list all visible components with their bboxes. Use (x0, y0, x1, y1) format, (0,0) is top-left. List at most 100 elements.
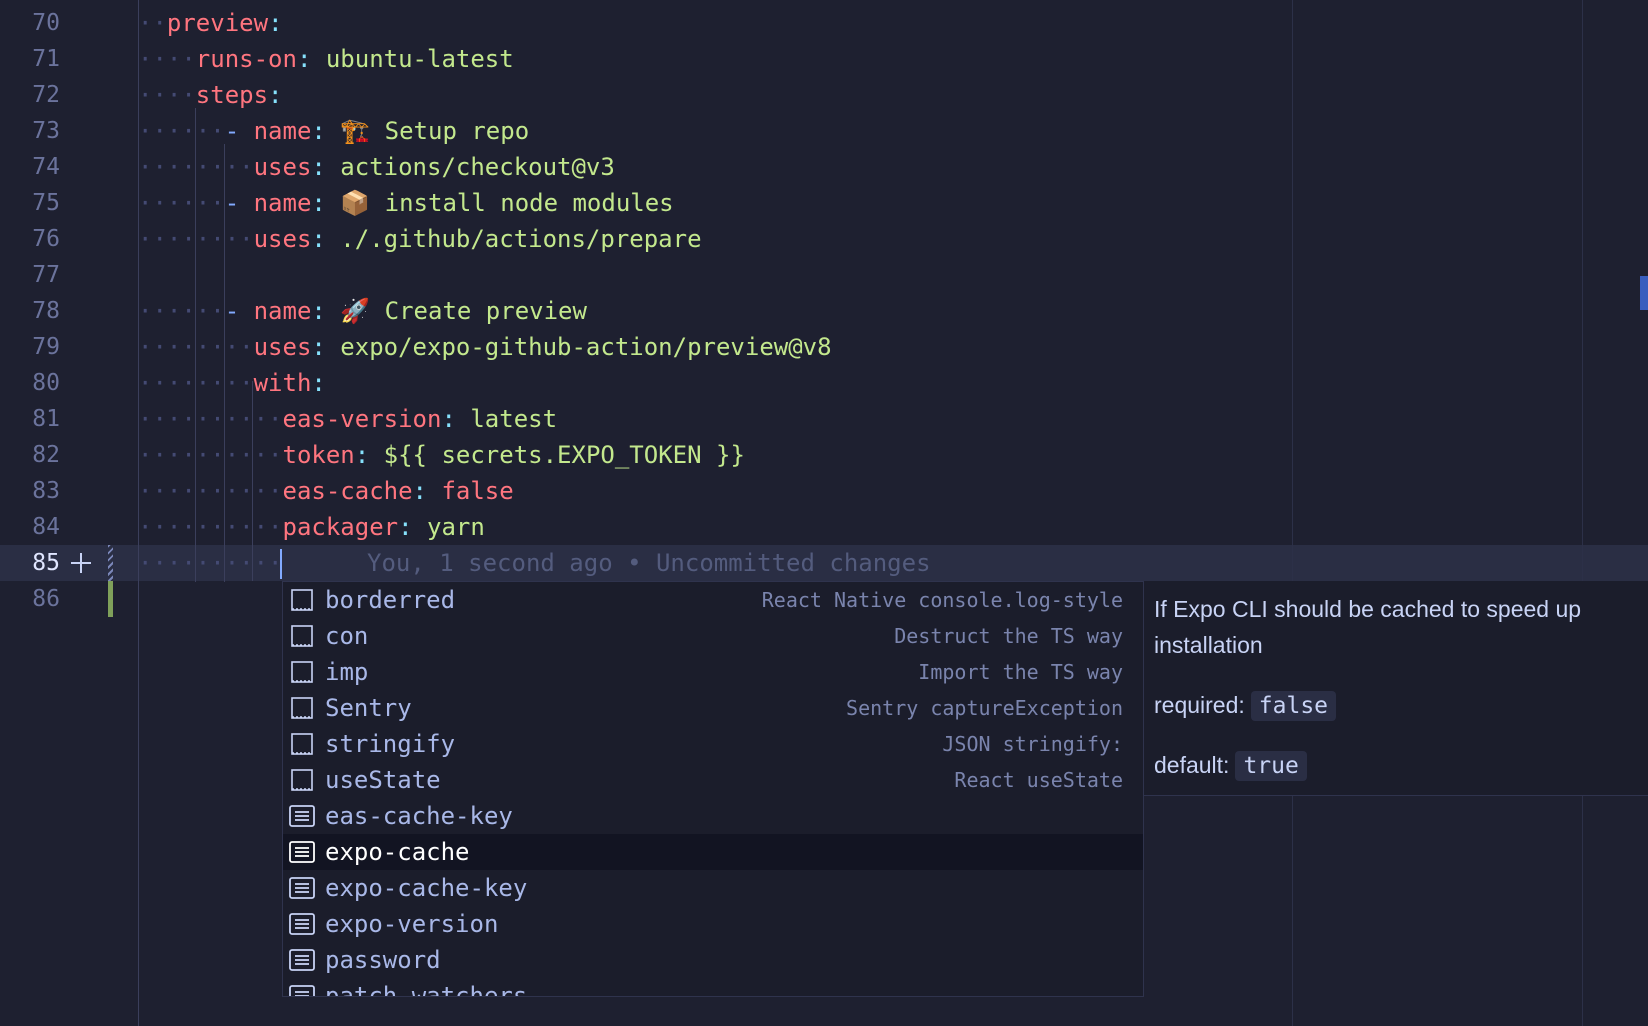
docs-required-row: required: false (1154, 687, 1337, 723)
code-line-85: ·········· (138, 549, 283, 577)
code-line-71: ····runs-on: ubuntu-latest (138, 45, 514, 73)
suggestion-item[interactable]: expo-cache-key (283, 870, 1143, 906)
snippet-icon (289, 767, 315, 793)
editor-ruler (1292, 0, 1293, 1026)
suggestion-item[interactable]: borderred React Native console.log-style (283, 582, 1143, 618)
docs-default-label: default: (1154, 752, 1230, 778)
line-number: 71 (32, 46, 60, 72)
suggestion-item[interactable]: password (283, 942, 1143, 978)
property-icon (289, 911, 315, 937)
suggestion-item[interactable]: eas-cache-key (283, 798, 1143, 834)
suggestion-detail: React Native console.log-style (761, 588, 1123, 612)
line-number: 78 (32, 298, 60, 324)
yaml-key: name (253, 117, 312, 145)
suggestion-label: expo-version (325, 910, 499, 938)
snippet-icon (289, 587, 315, 613)
code-line-83: ··········eas-cache: false (138, 477, 514, 505)
line-number: 72 (32, 82, 60, 108)
suggestion-label: borderred (325, 586, 456, 614)
code-line-70: ··preview: (138, 9, 283, 37)
code-line-82: ··········token: ${{ secrets.EXPO_TOKEN … (138, 441, 745, 469)
code-editor[interactable]: 70 71 72 73 74 75 76 77 78 79 80 81 82 8… (0, 0, 1648, 1026)
yaml-key: packager (282, 513, 399, 541)
suggestion-item[interactable]: Sentry Sentry captureException (283, 690, 1143, 726)
line-number: 86 (32, 586, 60, 612)
editor-ruler (1582, 0, 1583, 1026)
property-icon (289, 839, 315, 865)
docs-description: If Expo CLI should be cached to speed up… (1154, 596, 1582, 658)
yaml-key: eas-version (282, 405, 442, 433)
yaml-key: with (253, 369, 312, 397)
docs-default-value: true (1235, 751, 1307, 781)
code-line-73: ······- name: 🏗️ Setup repo (138, 117, 530, 145)
property-icon (289, 983, 315, 996)
suggestion-item-selected[interactable]: expo-cache (283, 834, 1143, 870)
property-icon (289, 947, 315, 973)
yaml-key: runs-on (195, 45, 297, 73)
snippet-icon (289, 623, 315, 649)
code-line-76: ········uses: ./.github/actions/prepare (138, 225, 702, 253)
add-comment-plus-icon[interactable] (66, 548, 96, 578)
suggestion-label: useState (325, 766, 441, 794)
suggestion-detail: Import the TS way (918, 660, 1123, 684)
yaml-key: preview (166, 9, 269, 37)
suggestion-detail: Destruct the TS way (894, 624, 1123, 648)
docs-default-row: default: true (1154, 747, 1307, 783)
suggestion-label: Sentry (325, 694, 412, 722)
line-number: 83 (32, 478, 60, 504)
suggestion-item[interactable]: stringify JSON stringify: (283, 726, 1143, 762)
code-line-84: ··········packager: yarn (138, 513, 485, 541)
line-number: 77 (32, 262, 60, 288)
line-number: 75 (32, 190, 60, 216)
suggestion-item[interactable]: patch-watchers (283, 978, 1143, 997)
suggestion-detail: React useState (954, 768, 1123, 792)
code-line-81: ··········eas-version: latest (138, 405, 558, 433)
property-icon (289, 803, 315, 829)
yaml-key: name (253, 297, 312, 325)
line-number: 73 (32, 118, 60, 144)
code-line-79: ········uses: expo/expo-github-action/pr… (138, 333, 832, 361)
suggestion-item[interactable]: con Destruct the TS way (283, 618, 1143, 654)
line-number: 84 (32, 514, 60, 540)
suggestion-item[interactable]: imp Import the TS way (283, 654, 1143, 690)
line-number: 70 (32, 10, 60, 36)
suggestion-detail: Sentry captureException (846, 696, 1123, 720)
code-line-74: ········uses: actions/checkout@v3 (138, 153, 615, 181)
docs-required-value: false (1250, 691, 1337, 721)
suggestion-label: expo-cache-key (325, 874, 528, 902)
line-number: 80 (32, 370, 60, 396)
line-number: 76 (32, 226, 60, 252)
text-cursor (280, 549, 282, 579)
line-number: 79 (32, 334, 60, 360)
suggestion-label: imp (325, 658, 369, 686)
code-line-78: ······- name: 🚀 Create preview (138, 297, 587, 325)
diff-modified-indicator[interactable] (108, 545, 113, 581)
yaml-value: actions/checkout@v3 (340, 153, 615, 181)
yaml-value: false (441, 477, 514, 505)
code-line-75: ······- name: 📦 install node modules (138, 189, 674, 217)
yaml-key: token (282, 441, 355, 469)
scrollbar-marker[interactable] (1640, 276, 1648, 310)
git-blame-annotation: You, 1 second ago • Uncommitted changes (367, 549, 931, 577)
suggestion-label: eas-cache-key (325, 802, 513, 830)
snippet-icon (289, 659, 315, 685)
yaml-value: ubuntu-latest (325, 45, 514, 73)
yaml-value: 📦 install node modules (340, 189, 674, 217)
yaml-key: steps (195, 81, 269, 109)
suggestion-docs-panel: If Expo CLI should be cached to speed up… (1144, 581, 1648, 796)
line-number: 81 (32, 406, 60, 432)
code-line-72: ····steps: (138, 81, 283, 109)
yaml-key: name (253, 189, 312, 217)
yaml-value: expo/expo-github-action/preview@v8 (340, 333, 832, 361)
line-number: 74 (32, 154, 60, 180)
yaml-value: yarn (427, 513, 485, 541)
autocomplete-suggestions[interactable]: borderred React Native console.log-style… (282, 581, 1144, 997)
yaml-value: 🚀 Create preview (340, 297, 587, 325)
yaml-key: uses (253, 153, 312, 181)
suggestion-label: patch-watchers (325, 982, 528, 997)
suggestion-item[interactable]: expo-version (283, 906, 1143, 942)
suggestion-item[interactable]: useState React useState (283, 762, 1143, 798)
yaml-value: latest (470, 405, 558, 433)
property-icon (289, 875, 315, 901)
diff-added-indicator[interactable] (108, 581, 113, 617)
